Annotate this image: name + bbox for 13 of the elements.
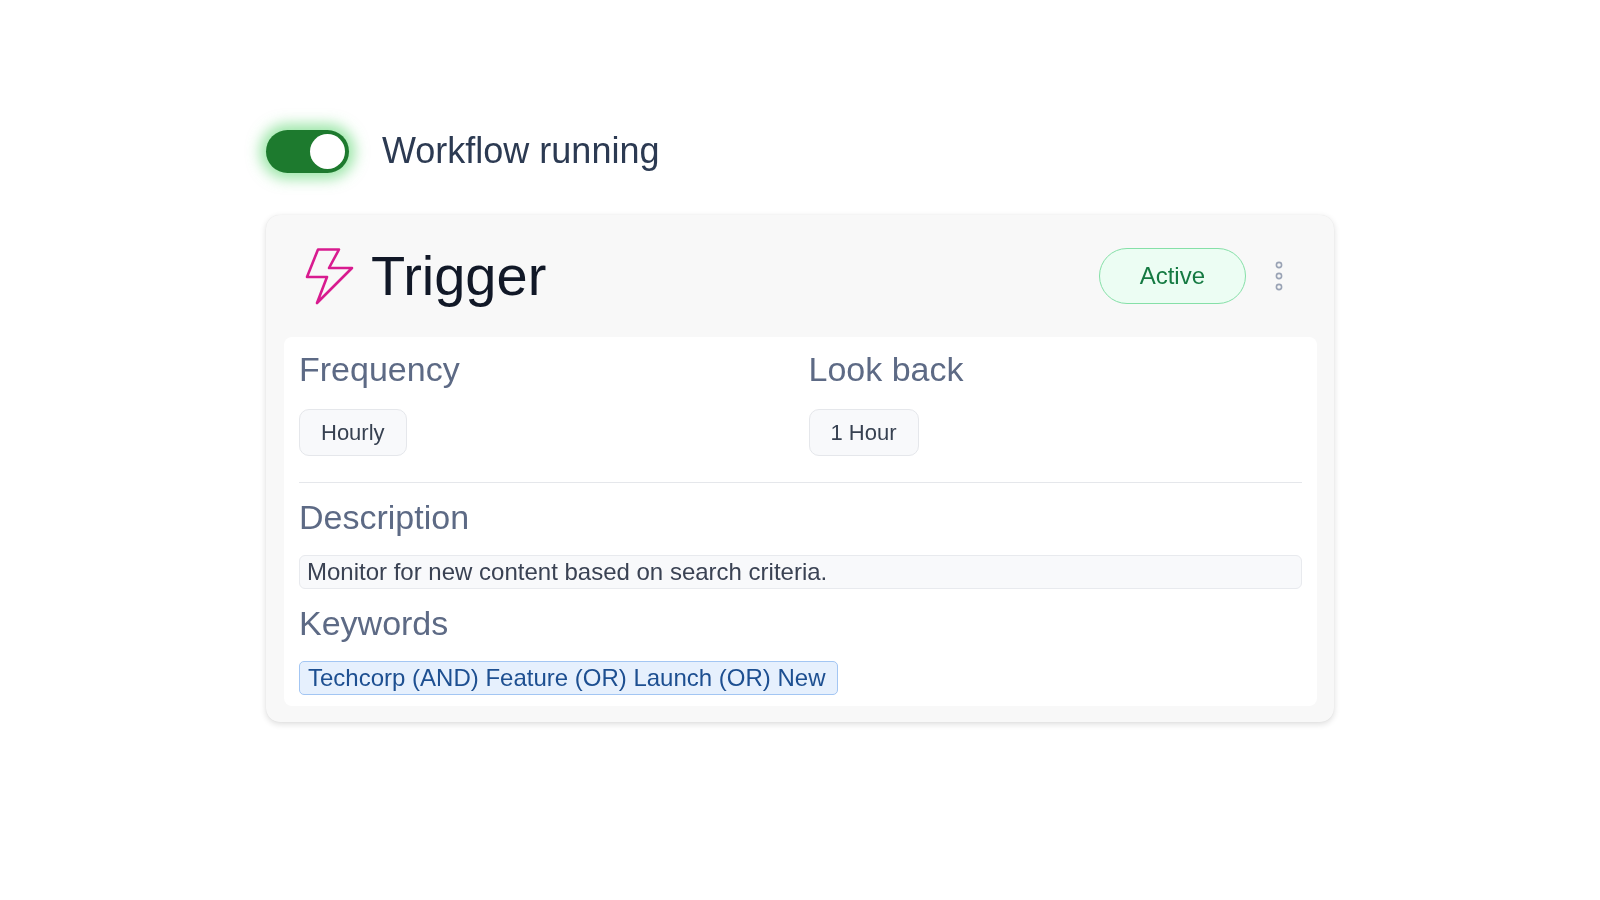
field-label: Look back — [808, 350, 965, 388]
keyword-tag: Techcorp (AND) Feature (OR) Launch (OR) New — [299, 661, 839, 695]
description-box: Monitor for new content based on search criteria. — [299, 555, 1302, 589]
toggle-switch[interactable] — [266, 129, 349, 173]
field-label: Description — [299, 498, 471, 536]
value-chip: Hourly — [299, 409, 407, 456]
field-label: Frequency — [299, 350, 461, 388]
toggle-label: Workflow running — [382, 129, 660, 173]
value-chip: 1 Hour — [808, 409, 919, 456]
lightning-bolt-icon — [305, 247, 355, 305]
field-label: Keywords — [299, 604, 450, 642]
card-title: Trigger — [371, 244, 547, 308]
status-badge: Active — [1098, 248, 1246, 304]
